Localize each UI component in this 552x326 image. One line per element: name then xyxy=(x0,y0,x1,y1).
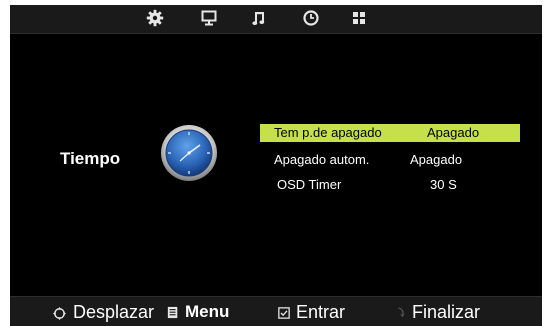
menu-item-value: Apagado xyxy=(427,125,480,140)
gear-icon[interactable] xyxy=(146,9,164,27)
menu-item-auto-power-off[interactable]: Apagado autom. Apagado xyxy=(260,151,520,169)
hint-menu: Menu xyxy=(167,297,229,326)
menu-item-label: Apagado autom. xyxy=(274,152,370,167)
monitor-icon[interactable] xyxy=(200,9,218,27)
category-bar xyxy=(10,5,542,34)
hint-bar: Desplazar Menu Entrar Finalizar xyxy=(10,296,542,326)
panel-title: Tiempo xyxy=(60,149,121,168)
music-note-icon[interactable] xyxy=(250,9,268,27)
enter-icon xyxy=(278,307,290,320)
menu-item-value: Apagado xyxy=(410,152,463,167)
clock-icon[interactable] xyxy=(302,9,320,27)
menu-item-label: OSD Timer xyxy=(277,177,342,192)
osd-screen: Tiempo Tem p.de apagado Apagado Apagado … xyxy=(10,5,542,326)
menu-item-sleep-timer[interactable]: Tem p.de apagado Apagado xyxy=(260,124,520,142)
hint-move: Desplazar xyxy=(52,297,154,326)
hint-move-label: Desplazar xyxy=(73,302,155,322)
hint-enter-label: Entrar xyxy=(296,302,346,322)
menu-item-label: Tem p.de apagado xyxy=(274,125,382,140)
menu-item-value: 30 S xyxy=(430,177,457,192)
grid-icon[interactable] xyxy=(350,9,368,27)
move-arrows-icon xyxy=(52,306,67,321)
hint-exit: Finalizar xyxy=(396,297,480,326)
menu-icon xyxy=(167,306,179,319)
return-arrow-icon xyxy=(396,307,406,319)
clock-icon xyxy=(160,124,218,182)
hint-menu-label: Menu xyxy=(185,302,230,321)
hint-enter: Entrar xyxy=(278,297,345,326)
menu-item-osd-timer[interactable]: OSD Timer 30 S xyxy=(260,176,520,194)
hint-exit-label: Finalizar xyxy=(412,302,481,322)
